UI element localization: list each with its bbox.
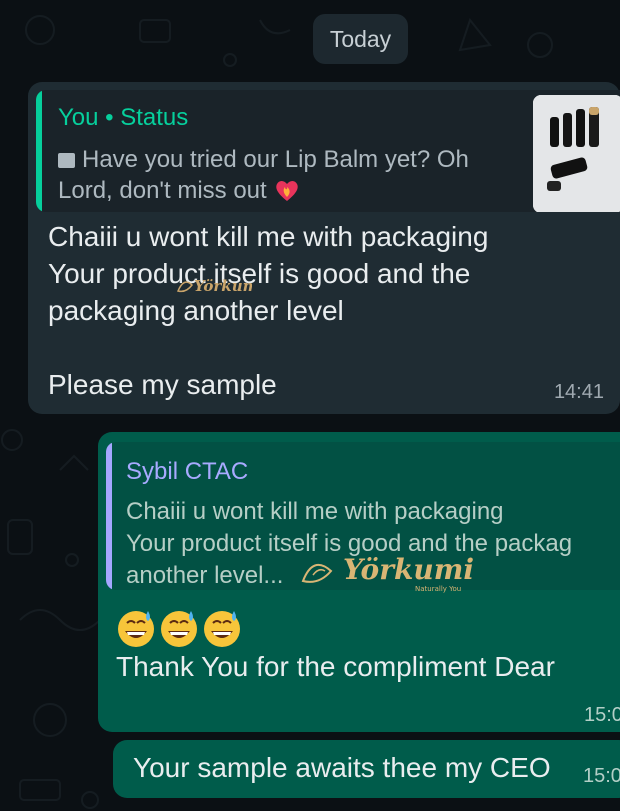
quote-line-1: Have you tried our Lip Balm yet? Oh	[82, 146, 469, 173]
quote-line: Chaiii u wont kill me with packaging	[126, 498, 504, 525]
incoming-message-text: Chaiii u wont kill me with packaging You…	[48, 218, 608, 403]
outgoing-message-text: Thank You for the compliment Dear	[116, 651, 555, 682]
grinning-sweat-face-icon	[118, 611, 240, 647]
watermark-logo-small: Yörkumi	[176, 277, 252, 295]
date-chip: Today	[313, 14, 408, 64]
quote-snippet: Have you tried our Lip Balm yet? Oh Lord…	[58, 144, 518, 206]
quoted-status-reply[interactable]: You • Status Have you tried our Lip Balm…	[36, 90, 620, 212]
outgoing-message-text: Your sample awaits thee my CEO	[133, 752, 551, 783]
message-timestamp: 15:0	[583, 765, 620, 787]
quote-author: You • Status	[58, 104, 189, 131]
watermark-logo: Yörkumi Naturally You	[301, 553, 474, 593]
quote-author: Sybil CTAC	[126, 458, 249, 485]
incoming-message-bubble[interactable]: You • Status Have you tried our Lip Balm…	[28, 82, 620, 414]
watermark-brand-small: Yörkumi	[194, 277, 252, 295]
heart-on-fire-icon	[276, 181, 299, 201]
watermark-tagline: Naturally You	[415, 585, 461, 593]
quote-accent-bar	[106, 442, 112, 590]
quote-line-2: Lord, don't miss out	[58, 177, 267, 204]
message-line: packaging another level	[48, 295, 344, 326]
message-timestamp: 14:41	[553, 381, 604, 403]
status-thumbnail[interactable]	[533, 95, 620, 212]
quote-accent-bar	[36, 90, 42, 212]
message-line: Chaiii u wont kill me with packaging	[48, 221, 489, 252]
watermark-brand: Yörkumi	[343, 553, 474, 586]
outgoing-message-bubble[interactable]: Your sample awaits thee my CEO 15:0	[113, 740, 620, 798]
message-line: Please my sample	[48, 369, 277, 400]
message-line: Your product itself is good and the	[48, 258, 471, 289]
lip-balm-product-photo	[533, 95, 620, 212]
photo-icon	[58, 153, 75, 168]
message-timestamp: 15:0	[584, 704, 620, 726]
